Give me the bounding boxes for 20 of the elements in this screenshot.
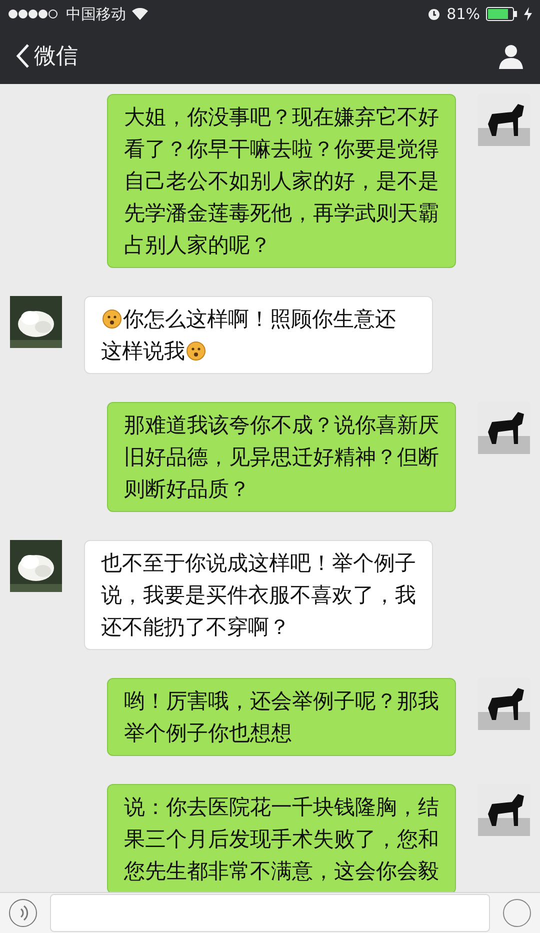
carrier-name: 中国移动 (66, 4, 126, 24)
battery-percent: 81% (446, 5, 480, 23)
message-bubble: 说：你去医院花一千块钱隆胸，结果三个月后发现手术失败了，您和您先生都非常不满意，这会你会毅 (107, 784, 456, 892)
battery-icon (486, 7, 518, 21)
message-bubble: 也不至于你说成这样吧！举个例子说，我要是买件衣服不喜欢了，我还不能扔了不穿啊？ (84, 540, 433, 650)
message-bubble: 你怎么这样啊！照顾你生意还这样说我 (84, 296, 433, 374)
alarm-icon (426, 7, 441, 21)
message-input[interactable] (50, 894, 490, 932)
message-bubble: 哟！厉害哦，还会举例子呢？那我举个例子你也想想 (107, 678, 456, 756)
wifi-icon (132, 8, 148, 20)
chevron-icon (16, 43, 30, 69)
signal-icon (8, 9, 60, 19)
emoji-icon (186, 341, 206, 361)
voice-icon[interactable] (8, 898, 38, 928)
message-bubble: 大姐，你没事吧？现在嫌弃它不好看了？你早干嘛去啦？你要是觉得自己老公不如别人家的好，是不是先学潘金莲毒死他，再学武则天霸占别人家的呢？ (107, 94, 456, 268)
back-button[interactable]: 微信 (16, 41, 78, 71)
message-bubble: 那难道我该夸你不成？说你喜新厌旧好品德，见异思迁好精神？但断则断好品质？ (107, 402, 456, 512)
charging-icon (524, 7, 532, 21)
person-icon[interactable] (498, 43, 524, 69)
emoji-icon (102, 309, 122, 329)
